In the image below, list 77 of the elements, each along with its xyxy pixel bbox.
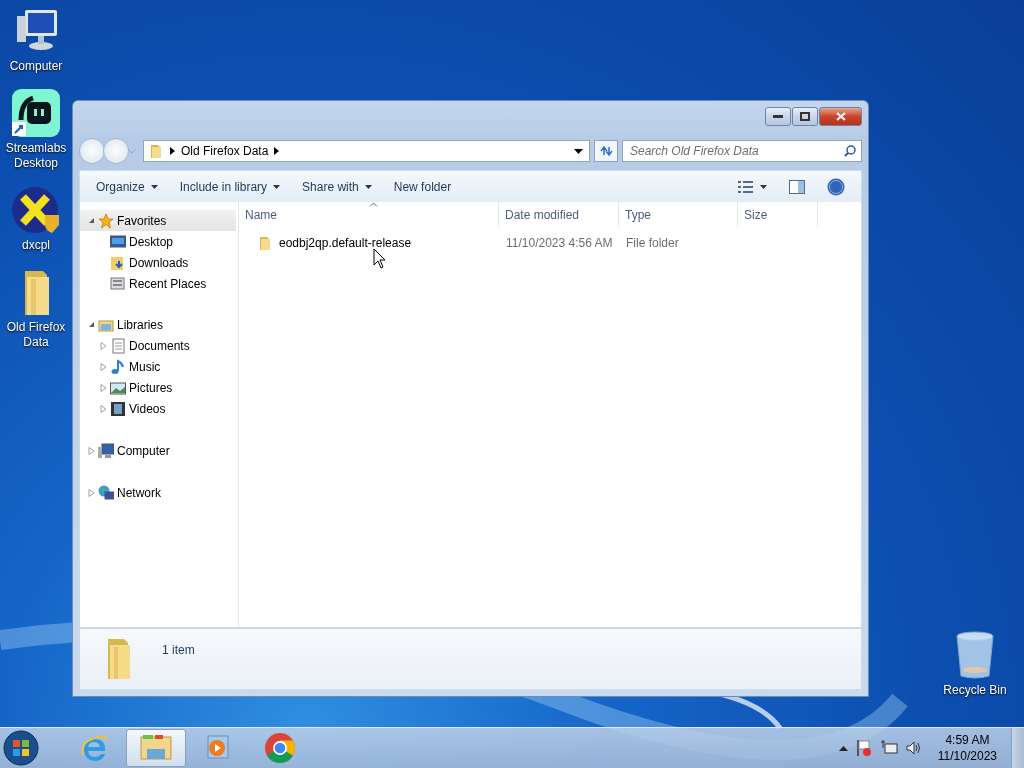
- folder-icon: [148, 143, 164, 159]
- streamlabs-app-icon: [11, 88, 61, 138]
- toolbar-button[interactable]: Include in library: [171, 175, 289, 198]
- dxcpl-icon: [11, 185, 61, 235]
- chrome-browser-icon: [264, 732, 296, 764]
- toolbar-button[interactable]: Share with: [294, 175, 380, 198]
- recent-places-icon: [110, 275, 126, 292]
- monitor-icon: [110, 233, 126, 250]
- download-folder-icon: [110, 254, 126, 271]
- column-header[interactable]: Size: [738, 202, 818, 227]
- file-name[interactable]: eodbj2qp.default-release: [279, 236, 412, 250]
- show-hidden-icons-icon[interactable]: [838, 745, 848, 751]
- desktop-icon-label[interactable]: Streamlabs Desktop: [0, 141, 74, 171]
- nav-item[interactable]: Documents: [129, 338, 190, 353]
- toolbar-button[interactable]: Organize: [88, 175, 166, 198]
- browser-e-icon: [79, 733, 109, 763]
- toolbar-button[interactable]: New folder: [385, 175, 460, 198]
- star-icon: [98, 212, 114, 229]
- flag-error-icon[interactable]: [855, 739, 872, 757]
- recycle-bin-icon: [955, 630, 995, 680]
- type-cell-text: File folder: [625, 236, 680, 250]
- nav-item[interactable]: Desktop: [129, 234, 174, 249]
- breadcrumb-arrow-icon[interactable]: [170, 147, 175, 155]
- nav-item[interactable]: Libraries: [117, 317, 164, 332]
- clock-time: 4:59 AM: [945, 732, 990, 748]
- clock-date: 11/10/2023: [937, 748, 997, 764]
- network-globe-icon: [98, 484, 114, 501]
- dropdown-arrow-icon[interactable]: [574, 148, 583, 154]
- clock[interactable]: 4:59 AM 11/10/2023: [937, 732, 997, 764]
- film-icon: [110, 400, 126, 417]
- start-button[interactable]: [0, 728, 42, 768]
- speaker-icon[interactable]: [905, 741, 922, 755]
- mouse-cursor-icon: [373, 248, 387, 270]
- minimize-icon: [773, 114, 783, 119]
- search-icon: [844, 145, 856, 157]
- desktop-icon-label[interactable]: Old Firefox Data: [0, 320, 74, 350]
- start-orb-icon: [3, 730, 39, 766]
- date-cell-text: 11/10/2023 4:56 AM: [505, 236, 614, 250]
- picture-icon: [110, 379, 126, 396]
- close-icon: [835, 112, 846, 121]
- collapse-arrow-icon[interactable]: [88, 217, 95, 224]
- media-player-icon: [204, 734, 232, 762]
- preview-pane-icon: [789, 179, 805, 194]
- desktop-icon-label[interactable]: dxcpl: [22, 238, 50, 253]
- details-view-icon: [738, 180, 754, 193]
- folders-icon: [139, 733, 173, 763]
- item-count: 1 item: [162, 643, 195, 657]
- breadcrumb-arrow-icon[interactable]: [274, 147, 280, 155]
- help-icon: [827, 177, 845, 196]
- network-icon[interactable]: [879, 740, 898, 756]
- column-header[interactable]: Type: [619, 202, 738, 227]
- maximize-button[interactable]: [792, 107, 818, 126]
- nav-item[interactable]: Network: [117, 485, 161, 500]
- nav-item[interactable]: Downloads: [129, 255, 189, 270]
- desktop-icon-label[interactable]: Recycle Bin: [943, 683, 1007, 698]
- search-field[interactable]: Search Old Firefox Data: [622, 140, 862, 162]
- close-button[interactable]: [819, 107, 862, 126]
- column-header[interactable]: Date modified: [499, 202, 619, 227]
- caret-icon: [760, 184, 767, 189]
- desktop-icon-label[interactable]: Computer: [9, 59, 63, 74]
- nav-item[interactable]: Music: [129, 359, 161, 374]
- column-header[interactable]: Name: [239, 202, 499, 227]
- document-icon: [110, 337, 126, 354]
- restore-icon: [800, 112, 810, 121]
- nav-item[interactable]: Recent Places: [129, 276, 207, 291]
- computer-icon: [98, 442, 114, 459]
- folder-icon: [257, 235, 273, 251]
- nav-item[interactable]: Pictures: [129, 380, 173, 395]
- minimize-button[interactable]: [765, 107, 791, 126]
- address-bar[interactable]: Old Firefox Data: [143, 140, 590, 162]
- music-note-icon: [110, 358, 126, 375]
- collapse-arrow-icon[interactable]: [88, 321, 95, 328]
- nav-item[interactable]: Videos: [129, 401, 166, 416]
- refresh-icon: [599, 145, 613, 157]
- refresh-button[interactable]: [594, 140, 618, 162]
- breadcrumb-item[interactable]: Old Firefox Data: [181, 144, 269, 158]
- nav-item[interactable]: Computer: [117, 443, 170, 458]
